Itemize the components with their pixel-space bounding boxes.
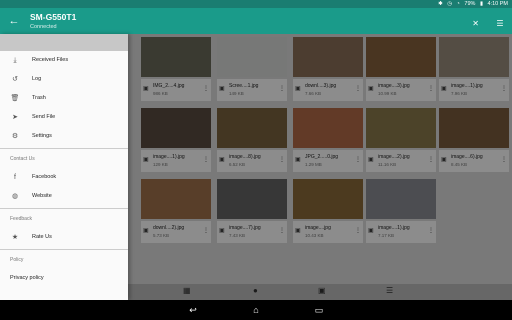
bluetooth-off-icon[interactable]: ✕: [468, 16, 484, 32]
status-right: ✱ ◷ ◔ 79% ▮ 4:10 PM: [435, 0, 508, 8]
drawer-item-label: Privacy policy: [10, 275, 44, 281]
divider: [0, 148, 128, 149]
device-title: SM-G550T1: [30, 12, 77, 22]
drawer-item-facebook[interactable]: f Facebook: [0, 168, 128, 187]
send-icon: ➤: [12, 114, 18, 121]
device-subtitle: Connected: [30, 24, 57, 30]
system-nav-bar: ↩ ⌂ ▭: [0, 300, 512, 320]
home-nav-icon[interactable]: ⌂: [248, 302, 264, 318]
appbar-icons: ✕ ☰: [464, 13, 508, 32]
drawer-item-privacy-policy[interactable]: Privacy policy: [0, 269, 128, 288]
drawer-item-label: Rate Us: [32, 234, 52, 240]
drawer-item-label: Received Files: [32, 57, 69, 63]
section-title-feedback: Feedback: [10, 216, 32, 222]
battery-icon: ▮: [479, 1, 483, 7]
status-bar: ✱ ◷ ◔ 79% ▮ 4:10 PM: [0, 0, 512, 8]
facebook-icon: f: [14, 174, 16, 181]
bluetooth-icon: ✱: [438, 1, 443, 7]
wifi-icon: ◔: [456, 1, 460, 7]
globe-icon: ◍: [11, 193, 19, 200]
app-bar: ← SM-G550T1 Connected ✕ ☰: [0, 8, 512, 34]
drawer-item-label: Facebook: [32, 174, 57, 180]
navigation-drawer: ⤓ Received Files ↺ Log 🗑 Trash ➤ Send Fi…: [0, 34, 128, 300]
drawer-item-label: Website: [32, 193, 52, 199]
star-icon: ★: [11, 234, 19, 241]
download-icon: ⤓: [13, 57, 17, 64]
drawer-item-trash[interactable]: 🗑 Trash: [0, 89, 128, 108]
battery-text: 79%: [464, 1, 476, 7]
alarm-icon: ◷: [447, 1, 453, 7]
back-nav-icon[interactable]: ↩: [185, 302, 201, 318]
history-icon: ↺: [12, 76, 18, 83]
drawer-item-label: Trash: [32, 95, 46, 101]
section-title-policy: Policy: [10, 257, 24, 263]
trash-icon: 🗑: [10, 95, 20, 102]
divider: [0, 249, 128, 250]
section-title-contact: Contact Us: [10, 156, 35, 162]
back-icon[interactable]: ←: [6, 13, 22, 29]
drawer-item-label: Send File: [32, 114, 56, 120]
list-view-icon[interactable]: ☰: [492, 16, 508, 32]
settings-icon: ⚙: [11, 133, 19, 140]
drawer-item-rate-us[interactable]: ★ Rate Us: [0, 228, 128, 247]
drawer-item-send-file[interactable]: ➤ Send File: [0, 108, 128, 127]
divider: [0, 208, 128, 209]
recents-nav-icon[interactable]: ▭: [311, 302, 327, 318]
drawer-item-settings[interactable]: ⚙ Settings: [0, 127, 128, 146]
drawer-item-label: Settings: [32, 133, 52, 139]
drawer-item-label: Log: [32, 76, 42, 82]
drawer-item-website[interactable]: ◍ Website: [0, 187, 128, 206]
time: 4:10 PM: [487, 1, 508, 7]
drawer-header: [0, 34, 128, 51]
drawer-item-log[interactable]: ↺ Log: [0, 70, 128, 89]
drawer-item-received-files[interactable]: ⤓ Received Files: [0, 51, 128, 70]
